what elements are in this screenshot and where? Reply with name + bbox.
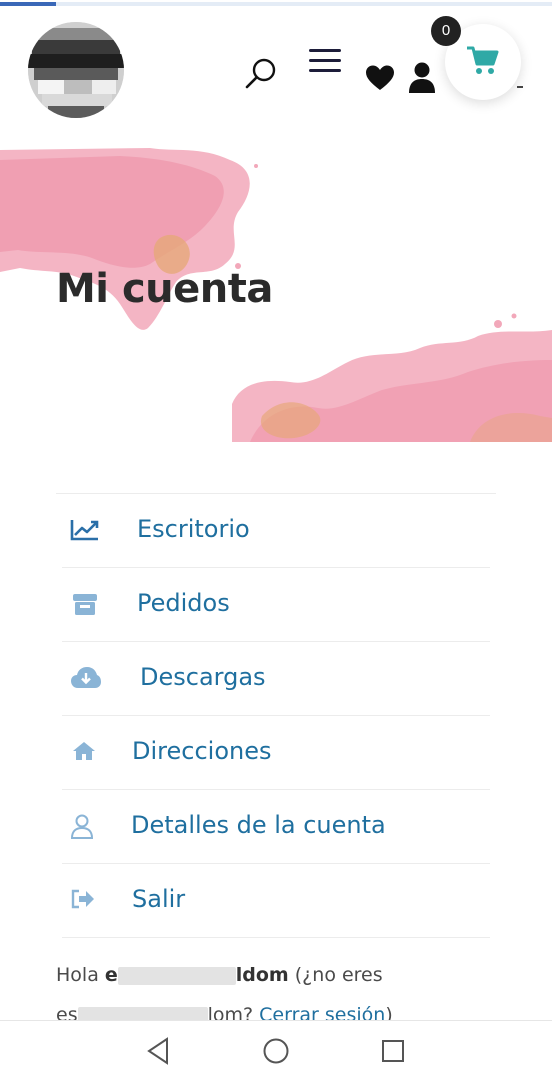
nav-item-direcciones[interactable]: Direcciones (62, 716, 490, 790)
greeting-not-you: (¿no eres (288, 964, 383, 986)
user-icon[interactable] (408, 61, 436, 93)
nav-item-escritorio[interactable]: Escritorio (62, 494, 490, 568)
nav-item-salir[interactable]: Salir (62, 864, 490, 938)
home-icon (73, 742, 95, 760)
nav-label-escritorio: Escritorio (137, 515, 250, 543)
nav-label-salir: Salir (132, 885, 186, 913)
nav-label-descargas: Descargas (140, 663, 266, 691)
recents-icon[interactable] (381, 1037, 405, 1065)
account-navigation: Escritorio Pedidos Descargas Direcciones… (56, 493, 496, 938)
system-navigation-bar (0, 1020, 552, 1081)
nav-item-descargas[interactable]: Descargas (62, 642, 490, 716)
chart-line-icon (70, 520, 99, 541)
site-logo[interactable] (28, 22, 124, 118)
cloud-download-icon (71, 667, 101, 688)
nav-label-detalles-cuenta: Detalles de la cuenta (131, 811, 386, 839)
nav-label-direcciones: Direcciones (132, 737, 272, 765)
cart-icon (467, 46, 499, 74)
search-icon[interactable] (244, 56, 278, 90)
user-outline-icon (70, 814, 94, 839)
sign-out-icon (71, 889, 94, 909)
heart-icon[interactable] (365, 64, 395, 92)
nav-item-pedidos[interactable]: Pedidos (62, 568, 490, 642)
hamburger-menu-icon[interactable] (308, 48, 342, 74)
nav-label-pedidos: Pedidos (137, 589, 230, 617)
page-title: Mi cuenta (56, 266, 273, 312)
store-icon (73, 594, 97, 615)
nav-item-detalles-cuenta[interactable]: Detalles de la cuenta (62, 790, 490, 864)
greeting-hello: Hola (56, 964, 105, 986)
cart-count-badge: 0 (431, 16, 461, 46)
greeting-username-end: ldom (235, 964, 289, 986)
back-icon[interactable] (146, 1037, 170, 1065)
greeting-username-start: e (104, 964, 118, 986)
home-circle-icon[interactable] (262, 1037, 290, 1065)
site-header: 0 (0, 6, 552, 130)
hero-banner: Mi cuenta (0, 146, 552, 442)
cart-total-dash (517, 86, 523, 88)
redacted-username (117, 966, 236, 985)
